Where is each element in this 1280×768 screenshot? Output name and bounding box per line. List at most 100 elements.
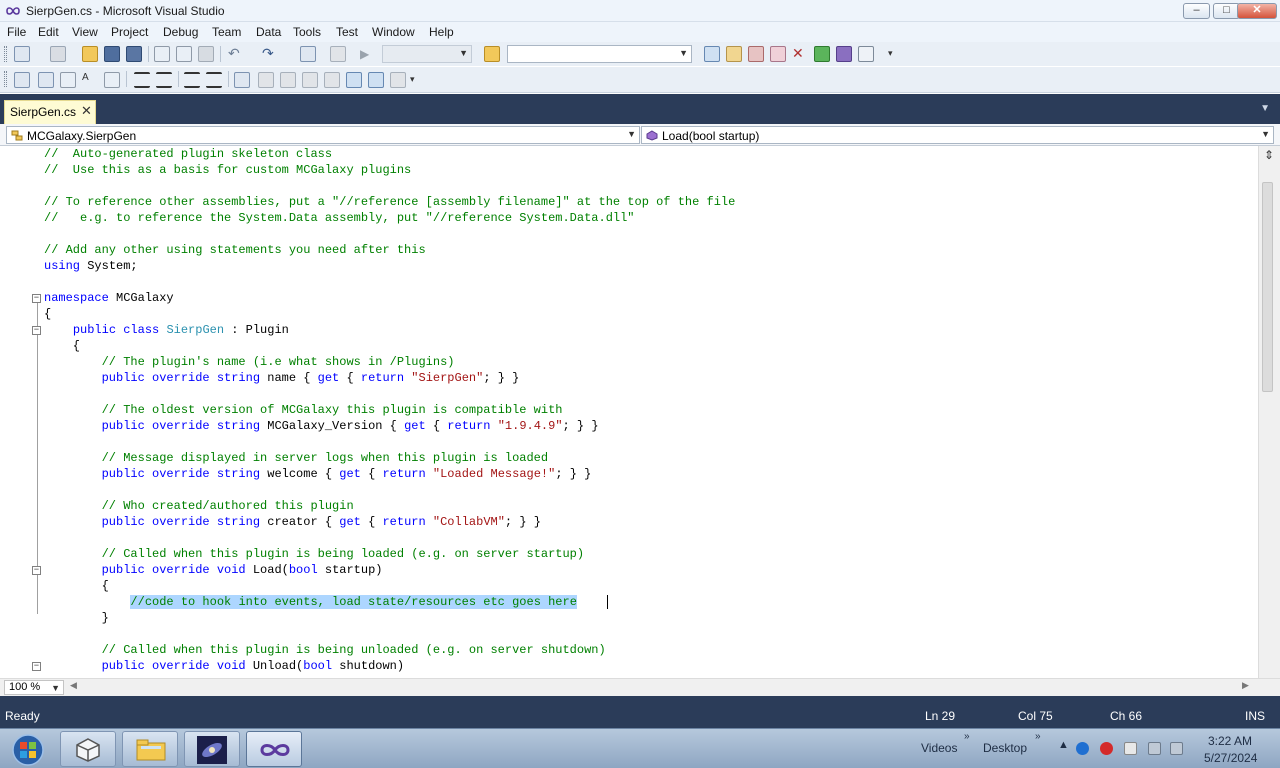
- code-line[interactable]: {: [44, 338, 80, 354]
- chevron-right-icon[interactable]: »: [964, 731, 970, 742]
- code-line[interactable]: // Use this as a basis for custom MCGala…: [44, 162, 411, 178]
- toolbar-grip[interactable]: [4, 46, 7, 62]
- toggle-bookmark-icon[interactable]: [234, 72, 250, 88]
- action-center-icon[interactable]: [1124, 742, 1137, 755]
- start-button[interactable]: [2, 731, 50, 767]
- type-combo[interactable]: MCGalaxy.SierpGen ▼: [6, 126, 640, 144]
- network-tray-icon[interactable]: [1076, 742, 1089, 755]
- find-combo[interactable]: ▼: [507, 45, 692, 63]
- tab-sierpgen-cs[interactable]: SierpGen.cs ✕: [4, 100, 96, 124]
- next-bookmark-document-icon[interactable]: [368, 72, 384, 88]
- code-line[interactable]: // Called when this plugin is being unlo…: [44, 642, 606, 658]
- menu-edit[interactable]: Edit: [38, 25, 59, 39]
- menu-team[interactable]: Team: [212, 25, 241, 39]
- taskbar-app-explorer[interactable]: [122, 731, 178, 767]
- code-line[interactable]: // To reference other assemblies, put a …: [44, 194, 735, 210]
- new-project-icon[interactable]: [14, 46, 30, 62]
- menu-debug[interactable]: Debug: [163, 25, 198, 39]
- code-line[interactable]: using System;: [44, 258, 138, 274]
- code-line[interactable]: // The oldest version of MCGalaxy this p…: [44, 402, 563, 418]
- cut-icon[interactable]: [154, 46, 170, 62]
- code-line[interactable]: public override string MCGalaxy_Version …: [44, 418, 599, 434]
- menu-project[interactable]: Project: [111, 25, 148, 39]
- code-line[interactable]: // Add any other using statements you ne…: [44, 242, 426, 258]
- toolbar-overflow-icon[interactable]: ▾: [410, 74, 426, 90]
- code-line[interactable]: namespace MCGalaxy: [44, 290, 174, 306]
- code-line[interactable]: // The plugin's name (i.e what shows in …: [44, 354, 455, 370]
- parameter-info-icon[interactable]: [38, 72, 54, 88]
- previous-bookmark-folder-icon[interactable]: [302, 72, 318, 88]
- paste-icon[interactable]: [198, 46, 214, 62]
- menu-data[interactable]: Data: [256, 25, 281, 39]
- navigate-forward-icon[interactable]: [330, 46, 346, 62]
- navigate-backward-icon[interactable]: [300, 46, 316, 62]
- vertical-scrollbar[interactable]: ⇕: [1258, 146, 1280, 678]
- solution-explorer-icon[interactable]: [704, 46, 720, 62]
- scroll-thumb[interactable]: [1262, 182, 1273, 392]
- next-bookmark-folder-icon[interactable]: [324, 72, 340, 88]
- collapse-unload-method-icon[interactable]: −: [32, 662, 41, 671]
- code-editor[interactable]: − − − − // Auto-generated plugin skeleto…: [0, 146, 1258, 678]
- chevron-right-icon[interactable]: »: [1035, 731, 1041, 742]
- save-icon[interactable]: [104, 46, 120, 62]
- decrease-indent-icon[interactable]: [134, 72, 150, 88]
- selection-margin[interactable]: [0, 146, 28, 678]
- extension-icon[interactable]: [836, 46, 852, 62]
- code-line[interactable]: }: [44, 610, 109, 626]
- previous-bookmark-icon[interactable]: [258, 72, 274, 88]
- toolbox-icon[interactable]: [770, 46, 786, 62]
- member-combo[interactable]: Load(bool startup) ▼: [641, 126, 1274, 144]
- code-line[interactable]: public class SierpGen : Plugin: [44, 322, 289, 338]
- clock-date[interactable]: 5/27/2024: [1204, 751, 1257, 765]
- copy-icon[interactable]: [176, 46, 192, 62]
- menu-test[interactable]: Test: [336, 25, 358, 39]
- code-line[interactable]: {: [44, 578, 109, 594]
- code-line[interactable]: // Message displayed in server logs when…: [44, 450, 548, 466]
- code-line[interactable]: public override string name { get { retu…: [44, 370, 520, 386]
- start-debugging-icon[interactable]: ▶: [360, 46, 376, 62]
- undo-icon[interactable]: ↶: [228, 46, 244, 62]
- toolbar-videos[interactable]: Videos: [921, 741, 957, 755]
- toolbar-grip[interactable]: [4, 71, 7, 87]
- toolbar-desktop[interactable]: Desktop: [983, 741, 1027, 755]
- quick-info-icon[interactable]: [60, 72, 76, 88]
- collapse-class-icon[interactable]: −: [32, 326, 41, 335]
- properties-icon[interactable]: [726, 46, 742, 62]
- open-file-icon[interactable]: [82, 46, 98, 62]
- increase-indent-icon[interactable]: [156, 72, 172, 88]
- redo-icon[interactable]: ↷: [262, 46, 278, 62]
- toolbar-overflow-icon[interactable]: ▾: [888, 48, 904, 64]
- clear-bookmarks-icon[interactable]: [390, 72, 406, 88]
- splitter-icon[interactable]: ⇕: [1260, 148, 1278, 162]
- save-all-icon[interactable]: [126, 46, 142, 62]
- code-line[interactable]: public override string welcome { get { r…: [44, 466, 592, 482]
- code-line[interactable]: {: [44, 306, 51, 322]
- taskbar-app-media[interactable]: [184, 731, 240, 767]
- code-line[interactable]: public override string creator { get { r…: [44, 514, 541, 530]
- code-line[interactable]: // Called when this plugin is being load…: [44, 546, 584, 562]
- scroll-left-icon[interactable]: ◀: [70, 680, 77, 691]
- delete-icon[interactable]: ✕: [792, 46, 808, 62]
- record-tray-icon[interactable]: [1100, 742, 1113, 755]
- close-tab-icon[interactable]: ✕: [81, 103, 92, 119]
- code-line[interactable]: //code to hook into events, load state/r…: [44, 594, 577, 610]
- code-line[interactable]: // e.g. to reference the System.Data ass…: [44, 210, 635, 226]
- code-line[interactable]: // Auto-generated plugin skeleton class: [44, 146, 332, 162]
- code-line[interactable]: public override void Load(bool startup): [44, 562, 383, 578]
- uncomment-lines-icon[interactable]: [206, 72, 222, 88]
- menu-help[interactable]: Help: [429, 25, 454, 39]
- next-bookmark-icon[interactable]: [280, 72, 296, 88]
- minimize-button[interactable]: –: [1183, 3, 1210, 19]
- menu-file[interactable]: File: [7, 25, 26, 39]
- menu-window[interactable]: Window: [372, 25, 415, 39]
- code-line[interactable]: // Who created/authored this plugin: [44, 498, 354, 514]
- display-object-member-list-icon[interactable]: [14, 72, 30, 88]
- show-hidden-icons-icon[interactable]: ▲: [1058, 739, 1069, 751]
- volume-icon[interactable]: [1170, 742, 1183, 755]
- taskbar-app-visual-studio[interactable]: [246, 731, 302, 767]
- horizontal-scrollbar[interactable]: 100 % ▼ ◀ ▶: [0, 678, 1280, 696]
- scroll-right-icon[interactable]: ▶: [1242, 680, 1249, 691]
- collapse-load-method-icon[interactable]: −: [32, 566, 41, 575]
- comment-lines-icon[interactable]: [184, 72, 200, 88]
- add-item-icon[interactable]: [50, 46, 66, 62]
